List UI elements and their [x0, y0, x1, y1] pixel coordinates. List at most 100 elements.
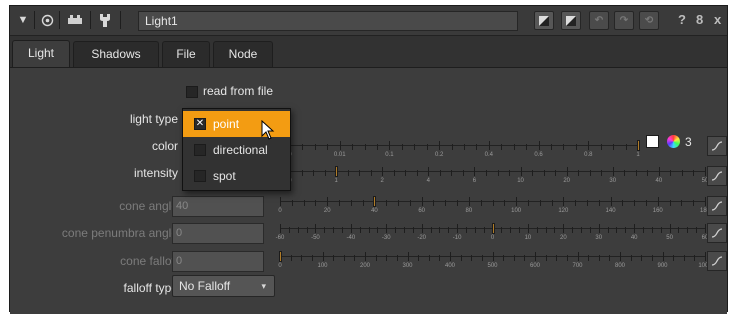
tab-light[interactable]: Light: [12, 40, 70, 68]
slider-tick: [280, 224, 281, 233]
slider-tick: [669, 200, 671, 206]
slider-tick-label: 40: [630, 235, 638, 241]
slider-tick: [409, 200, 411, 206]
menu-item-label: directional: [213, 143, 268, 157]
slider-tick: [324, 170, 326, 176]
slider-tick: [612, 167, 614, 176]
color-swatch-button[interactable]: [534, 11, 554, 30]
cone-angle-label: cone angle: [119, 199, 178, 213]
slider-tick: [451, 144, 453, 150]
cone-falloff-animation-icon[interactable]: [707, 251, 727, 271]
cone-penumbra-angle-label: cone penumbra angle: [61, 226, 178, 240]
divider: [90, 11, 91, 29]
undo-icon[interactable]: ↶: [589, 11, 609, 30]
color-swatch-button-2[interactable]: [561, 11, 581, 30]
slider-ticks: [290, 167, 706, 176]
slider-tick-label: 160: [652, 208, 663, 214]
color-animation-icon[interactable]: [707, 136, 727, 156]
slider-tick: [589, 227, 591, 233]
node-icon[interactable]: [64, 11, 86, 29]
slider-tick-label: 1: [334, 178, 338, 184]
slider-handle[interactable]: [334, 166, 338, 177]
slider-tick: [694, 255, 696, 261]
cone-falloff-slider[interactable]: 0 100 200 300 400 500 600 700 800 900 1000: [278, 251, 712, 273]
tab-file[interactable]: File: [162, 41, 210, 67]
intensity-label: intensity: [133, 166, 178, 180]
target-icon[interactable]: [38, 11, 56, 29]
cone-penumbra-animation-icon[interactable]: [707, 223, 727, 243]
node-name-field[interactable]: Light1: [138, 11, 518, 31]
intensity-slider[interactable]: 012461020304050: [288, 166, 708, 188]
slider-handle[interactable]: [637, 140, 640, 151]
slider-tick-label: 0: [278, 208, 282, 214]
slider-tick: [450, 252, 451, 261]
read-from-file-checkbox[interactable]: [186, 86, 198, 98]
slider-tick: [634, 224, 636, 233]
slider-tick-label: 100: [317, 263, 328, 269]
slider-tick: [354, 255, 356, 261]
cone-angle-slider[interactable]: 0 20 40 60 80 100 120 140 160 180: [278, 196, 710, 218]
slider-tick: [433, 200, 435, 206]
slider-tick: [439, 170, 441, 176]
slider-tick: [483, 227, 485, 233]
cone-falloff-label: cone falloff: [120, 254, 178, 268]
slider-tick: [693, 200, 695, 206]
tab-shadows[interactable]: Shadows: [73, 41, 159, 67]
slider-tick-label: 1: [636, 152, 640, 158]
slider-tick: [586, 200, 588, 206]
slider-handle[interactable]: [279, 251, 282, 262]
slider-handle[interactable]: [373, 196, 377, 207]
wrench-icon[interactable]: [95, 11, 115, 29]
cone-penumbra-angle-field[interactable]: 0: [172, 223, 264, 244]
slider-tick-label: 140: [605, 208, 616, 214]
slider-tick: [620, 252, 621, 261]
float-panel-icon[interactable]: 8: [696, 12, 703, 27]
slider-tick-label: 60: [418, 208, 425, 214]
slider-tick: [303, 200, 305, 206]
slider-tick: [705, 197, 706, 206]
color-wheel-icon[interactable]: [667, 135, 680, 148]
slider-tick: [382, 167, 384, 176]
panel-title-bar: ▼ Light1 ↶ ↷ ⟲ ? 8 x: [10, 6, 727, 36]
color-slider[interactable]: 00.010.10.20.40.60.81: [288, 140, 640, 162]
channel-count[interactable]: 3: [685, 135, 692, 149]
menu-item-label: spot: [213, 169, 236, 183]
menu-item-spot[interactable]: spot: [183, 163, 290, 189]
slider-tick: [474, 227, 476, 233]
slider-tick: [634, 200, 636, 206]
cone-angle-field[interactable]: 40: [172, 196, 264, 217]
slider-tick: [362, 200, 364, 206]
slider-tick: [705, 224, 706, 233]
falloff-type-dropdown[interactable]: No Falloff ▾: [172, 275, 275, 297]
slider-tick-label: -30: [381, 235, 391, 241]
slider-tick: [598, 255, 600, 261]
cone-angle-animation-icon[interactable]: [707, 196, 727, 216]
slider-tick: [625, 144, 627, 150]
slider-tick: [625, 227, 627, 233]
slider-tick: [539, 200, 541, 206]
slider-handle[interactable]: [491, 223, 495, 234]
slider-tick: [532, 170, 534, 176]
help-icon[interactable]: ?: [678, 12, 686, 27]
revert-icon[interactable]: ⟲: [639, 11, 659, 30]
cone-falloff-field[interactable]: 0: [172, 251, 264, 272]
tab-node[interactable]: Node: [213, 41, 273, 67]
slider-tick: [616, 227, 618, 233]
slider-tick-labels: 012461020304050: [288, 178, 708, 187]
cone-penumbra-angle-slider[interactable]: -60 -50 -40 -30 -20 -10 0 10 20 30 40 50 60: [276, 223, 708, 245]
slider-tick: [566, 255, 568, 261]
intensity-animation-icon[interactable]: [707, 166, 727, 186]
close-icon[interactable]: x: [714, 12, 721, 27]
redo-icon[interactable]: ↷: [614, 11, 634, 30]
slider-tick: [412, 227, 414, 233]
slider-tick: [339, 141, 341, 150]
slider-tick-label: -40: [346, 235, 356, 241]
slider-tick-label: 700: [572, 263, 583, 269]
color-swatch[interactable]: [646, 135, 659, 148]
slider-tick: [462, 170, 464, 176]
slider-tick: [421, 197, 423, 206]
slider-tick: [395, 227, 397, 233]
slider-tick: [551, 144, 552, 150]
falloff-type-value: No Falloff: [179, 279, 231, 293]
collapse-triangle-icon[interactable]: ▼: [16, 11, 30, 29]
